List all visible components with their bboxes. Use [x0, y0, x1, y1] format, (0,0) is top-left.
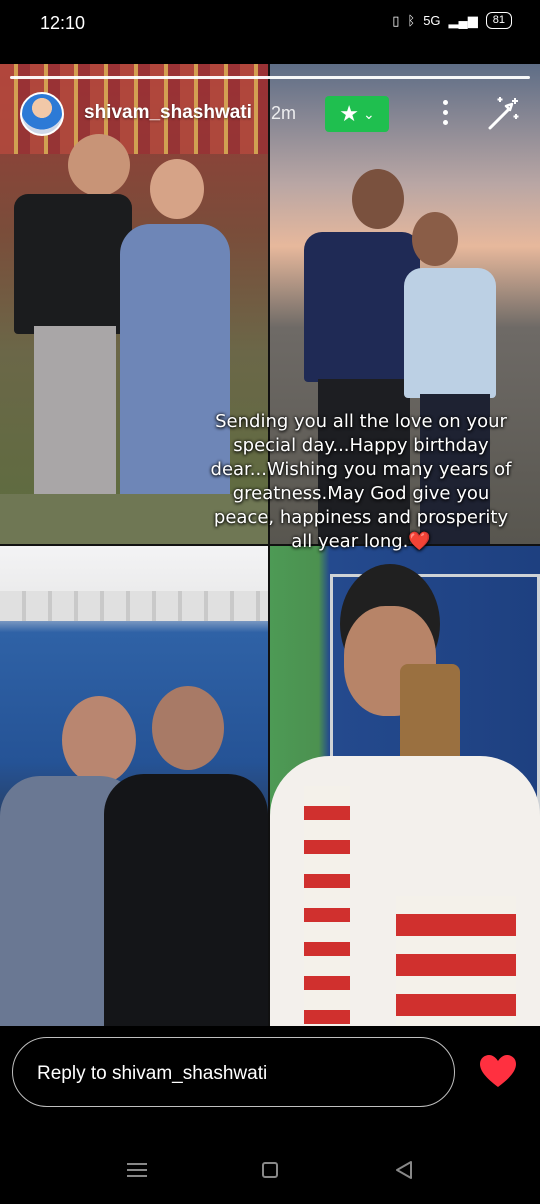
reply-placeholder: Reply to shivam_shashwati [37, 1063, 268, 1084]
battery-icon: 81 [485, 12, 512, 29]
caption-line: all year long.❤️ [291, 531, 431, 552]
reply-input[interactable]: Reply to shivam_shashwati [12, 1037, 455, 1107]
caption-line: greatness.May God give you [232, 483, 490, 504]
heart-icon[interactable] [478, 1052, 518, 1092]
magic-wand-icon[interactable] [482, 94, 522, 134]
status-icons: ▯ ᛒ 5G ▂▄▆ 81 [392, 12, 512, 29]
signal-icon: ▂▄▆ [448, 12, 478, 28]
story-viewer[interactable]: shivam_shashwati 2m ★ ⌄ Sending you all … [0, 64, 540, 1026]
avatar[interactable] [20, 92, 64, 136]
caption-line: Sending you all the love on your [215, 411, 507, 432]
network-type: 5G [423, 13, 441, 28]
star-icon: ★ [339, 101, 359, 126]
caption-line: peace, happiness and prosperity [213, 507, 509, 528]
chevron-down-icon: ⌄ [363, 105, 375, 122]
story-header: shivam_shashwati 2m ★ ⌄ [20, 92, 520, 140]
more-options-button[interactable] [435, 94, 455, 130]
vibrate-icon: ▯ [392, 12, 400, 28]
caption-line: dear...Wishing you many years of [210, 459, 512, 480]
bluetooth-icon: ᛒ [407, 13, 416, 28]
story-caption: Sending you all the love on your special… [198, 410, 524, 554]
close-friends-badge[interactable]: ★ ⌄ [325, 96, 389, 132]
status-bar: 12:10 ▯ ᛒ 5G ▂▄▆ 81 [0, 0, 540, 48]
story-photo-3 [0, 546, 268, 1026]
story-time-ago: 2m [271, 103, 297, 123]
story-progress-bar [10, 76, 530, 79]
home-icon[interactable] [262, 1162, 278, 1178]
heart-emoji: ❤️ [408, 531, 431, 552]
caption-line: special day...Happy birthday [233, 435, 489, 456]
story-photo-4 [270, 546, 540, 1026]
system-nav-bar [0, 1140, 540, 1204]
status-time: 12:10 [40, 13, 86, 33]
menu-icon[interactable] [127, 1162, 147, 1178]
back-icon[interactable] [394, 1160, 414, 1180]
story-username[interactable]: shivam_shashwati [84, 102, 252, 124]
